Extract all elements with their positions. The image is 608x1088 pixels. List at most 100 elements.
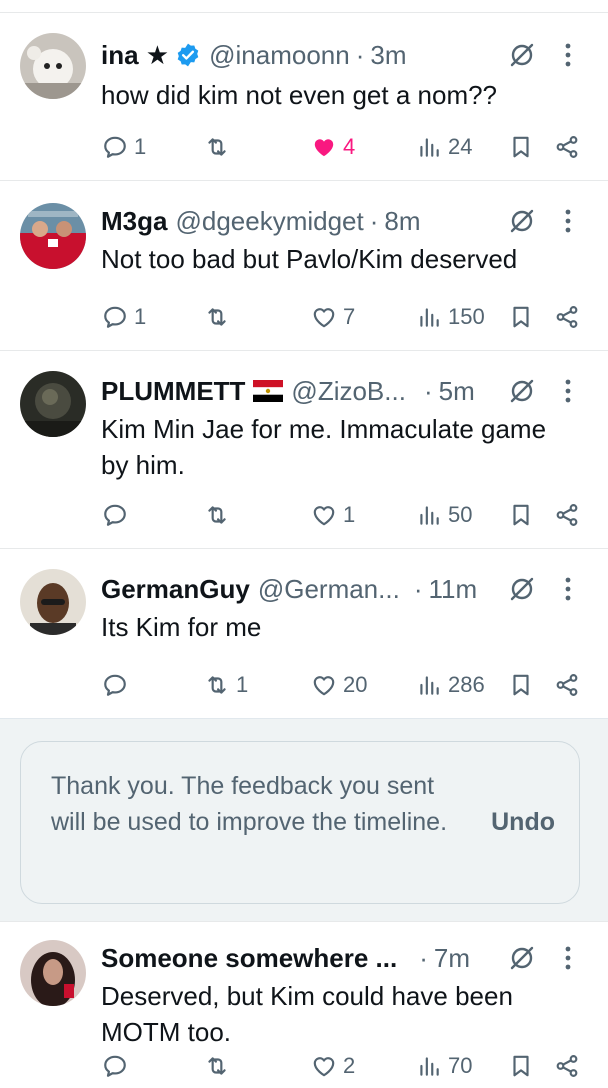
avatar[interactable] [20, 371, 86, 437]
like-button[interactable]: 20 [311, 667, 367, 703]
avatar[interactable] [20, 940, 86, 1006]
separator-dot: · [423, 375, 433, 406]
retweet-icon [208, 676, 226, 694]
heart-icon [313, 1057, 335, 1077]
like-button[interactable]: 7 [311, 299, 355, 335]
views-icon [420, 506, 439, 525]
timestamp[interactable]: 3m [370, 40, 406, 71]
grok-icon[interactable] [508, 377, 536, 405]
views-count: 70 [448, 1053, 473, 1078]
views-button[interactable]: 286 [416, 667, 485, 703]
display-name[interactable]: M3ga [101, 206, 167, 237]
share-button[interactable] [554, 667, 580, 703]
heart-icon [313, 506, 335, 526]
views-icon [420, 138, 439, 157]
reply-icon [104, 306, 126, 328]
tweet-actions: 1 7 150 [0, 299, 608, 335]
more-options-icon[interactable] [558, 41, 578, 69]
share-button[interactable] [554, 1048, 580, 1084]
retweet-button[interactable] [204, 299, 236, 335]
share-icon [556, 674, 578, 696]
reply-icon [104, 136, 126, 158]
share-icon [556, 306, 578, 328]
timestamp[interactable]: 5m [439, 376, 475, 407]
display-name[interactable]: Someone somewhere ... [101, 943, 397, 974]
avatar[interactable] [20, 569, 86, 635]
retweet-button[interactable]: 1 [204, 667, 248, 703]
tweet-actions: 1 4 24 [0, 129, 608, 165]
views-button[interactable]: 150 [416, 299, 485, 335]
heart-icon [313, 308, 335, 328]
handle[interactable]: @dgeekymidget [175, 206, 363, 237]
bookmark-icon [513, 136, 529, 158]
timestamp[interactable]: 7m [434, 943, 470, 974]
reply-button[interactable]: 1 [102, 299, 146, 335]
more-options-icon[interactable] [558, 377, 578, 405]
share-icon [556, 504, 578, 526]
bookmark-button[interactable] [508, 667, 534, 703]
retweet-button[interactable] [204, 1048, 236, 1084]
views-count: 150 [448, 304, 485, 329]
undo-button[interactable]: Undo [491, 808, 555, 837]
views-button[interactable]: 50 [416, 497, 472, 533]
tweet[interactable]: Someone somewhere ... · 7m Deserved, but… [0, 921, 608, 1088]
display-name[interactable]: PLUMMETT [101, 376, 245, 407]
views-count: 24 [448, 134, 473, 159]
reply-button[interactable] [102, 497, 134, 533]
more-options-icon[interactable] [558, 207, 578, 235]
bookmark-button[interactable] [508, 497, 534, 533]
tweet-actions: 1 50 [0, 497, 608, 533]
tweet[interactable]: GermanGuy @German... · 11m Its Kim for m… [0, 548, 608, 718]
separator-dot: · [419, 942, 428, 973]
retweet-icon [208, 1057, 226, 1075]
reply-icon [104, 504, 126, 526]
retweet-button[interactable] [204, 129, 236, 165]
tweet[interactable]: M3ga @dgeekymidget · 8m Not too bad but … [0, 180, 608, 350]
timestamp[interactable]: 8m [384, 206, 420, 237]
handle[interactable]: @inamoonn [209, 40, 350, 71]
grok-icon[interactable] [508, 944, 536, 972]
reply-count: 1 [134, 304, 147, 329]
tweet-header: M3ga @dgeekymidget · 8m [101, 201, 538, 241]
more-options-icon[interactable] [558, 575, 578, 603]
reply-icon [104, 674, 126, 696]
verified-badge-icon [175, 42, 201, 68]
reply-button[interactable]: 1 [102, 129, 146, 165]
tweet-text: Deserved, but Kim could have been MOTM t… [101, 981, 513, 1047]
bookmark-button[interactable] [508, 129, 534, 165]
retweet-icon [208, 308, 226, 326]
like-button[interactable]: 4 [311, 129, 355, 165]
grok-icon[interactable] [508, 207, 536, 235]
grok-icon[interactable] [508, 575, 536, 603]
heart-filled-icon [314, 139, 334, 157]
bookmark-icon [513, 504, 529, 526]
like-button[interactable]: 2 [311, 1048, 355, 1084]
more-options-icon[interactable] [558, 944, 578, 972]
share-button[interactable] [554, 497, 580, 533]
like-count: 2 [343, 1053, 356, 1078]
tweet[interactable]: PLUMMETT @ZizoB... · 5m Kim Min Jae for … [0, 350, 608, 548]
share-button[interactable] [554, 299, 580, 335]
bookmark-button[interactable] [508, 299, 534, 335]
display-name[interactable]: ina ★ [101, 40, 169, 71]
bookmark-button[interactable] [508, 1048, 534, 1084]
views-count: 50 [448, 502, 473, 527]
views-button[interactable]: 24 [416, 129, 472, 165]
tweet[interactable]: ina ★ @inamoonn · 3m how did kim not eve… [0, 12, 608, 180]
grok-icon[interactable] [508, 41, 536, 69]
timestamp[interactable]: 11m [428, 574, 477, 605]
like-button[interactable]: 1 [311, 497, 355, 533]
display-name[interactable]: GermanGuy [101, 574, 250, 605]
avatar[interactable] [20, 33, 86, 99]
reply-button[interactable] [102, 1048, 134, 1084]
reply-button[interactable] [102, 667, 134, 703]
retweet-button[interactable] [204, 497, 236, 533]
handle[interactable]: @German... [258, 574, 400, 605]
bookmark-icon [513, 306, 529, 328]
avatar[interactable] [20, 203, 86, 269]
like-count: 1 [343, 502, 356, 527]
bookmark-icon [513, 674, 529, 696]
share-button[interactable] [554, 129, 580, 165]
handle[interactable]: @ZizoB... [291, 376, 406, 407]
views-button[interactable]: 70 [416, 1048, 472, 1084]
